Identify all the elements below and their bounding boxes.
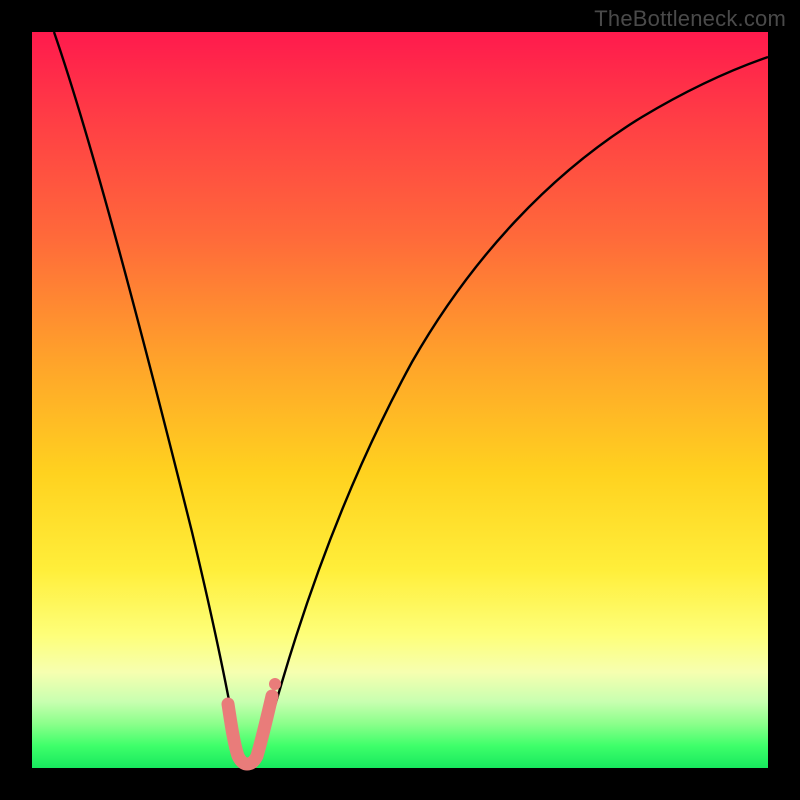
chart-frame: TheBottleneck.com (0, 0, 800, 800)
bottleneck-curve (54, 32, 768, 764)
watermark-text: TheBottleneck.com (594, 6, 786, 32)
plot-area (32, 32, 768, 768)
curve-layer (32, 32, 768, 768)
highlight-segment (228, 696, 272, 764)
highlight-dot (269, 678, 281, 690)
